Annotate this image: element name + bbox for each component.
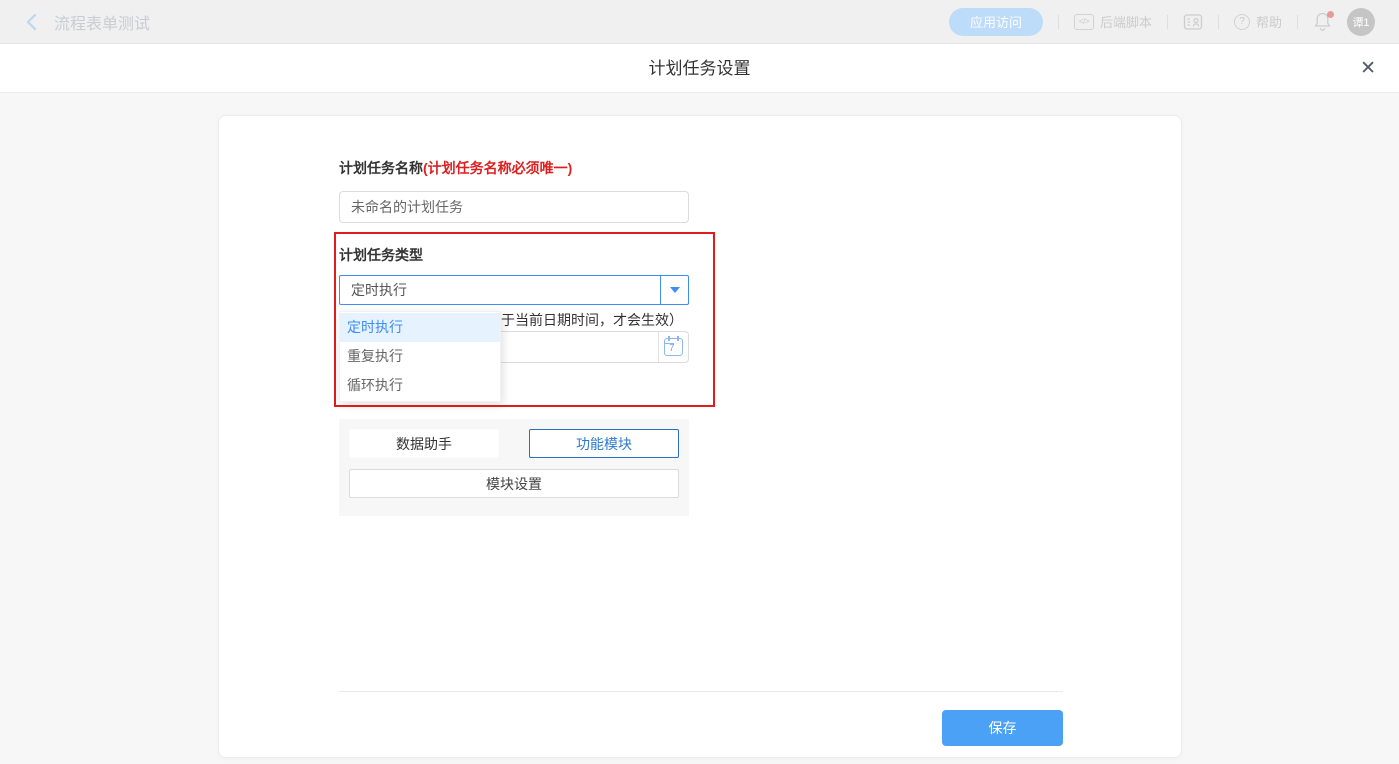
help-icon: ? [1234,14,1250,30]
notifications-button[interactable] [1313,11,1333,33]
dialog-body: 计划任务名称(计划任务名称必须唯一) 计划任务类型 于当前日期时间，才会生效） … [0,93,1399,764]
footer-divider [339,691,1063,692]
task-name-input[interactable] [339,191,689,223]
avatar[interactable]: 谭1 [1347,8,1375,36]
task-type-select[interactable]: 定时执行 [339,275,689,305]
task-name-label: 计划任务名称(计划任务名称必须唯一) [339,158,572,178]
data-assistant-button[interactable]: 数据助手 [349,429,499,458]
task-type-label: 计划任务类型 [339,245,423,265]
chevron-down-icon [670,287,680,293]
divider [1167,15,1168,29]
notification-badge [1327,11,1334,18]
save-button[interactable]: 保存 [942,710,1063,746]
code-icon: </> [1074,14,1094,30]
topbar: 流程表单测试 应用访问 </> 后端脚本 [0,0,1399,44]
app-access-button[interactable]: 应用访问 [949,8,1043,36]
divider [1218,15,1219,29]
task-type-dropdown: 定时执行 重复执行 循环执行 [339,311,501,402]
help-button[interactable]: ? 帮助 [1234,12,1282,31]
dialog-title: 计划任务设置 [0,44,1399,93]
select-caret-button[interactable] [660,276,688,304]
function-module-button[interactable]: 功能模块 [529,429,679,458]
divider [1297,15,1298,29]
app-window: 流程表单测试 应用访问 </> 后端脚本 [0,0,1399,764]
task-name-label-text: 计划任务名称 [339,160,423,176]
close-icon[interactable]: ✕ [1360,44,1376,93]
divider [1058,15,1059,29]
module-block: 数据助手 功能模块 模块设置 [339,419,689,516]
calendar-picker-button[interactable]: 7 [658,332,688,362]
help-label: 帮助 [1256,12,1282,31]
dialog-header: 计划任务设置 ✕ [0,44,1399,93]
contact-card-icon[interactable] [1183,13,1203,31]
calendar-day: 7 [669,343,675,354]
calendar-icon: 7 [664,338,683,356]
back-icon[interactable] [24,13,40,31]
execute-time-hint: 于当前日期时间，才会生效） [501,310,683,330]
option-repeat-execute[interactable]: 重复执行 [340,342,500,371]
backend-script-label: 后端脚本 [1100,12,1152,31]
option-loop-execute[interactable]: 循环执行 [340,371,500,400]
option-timed-execute[interactable]: 定时执行 [340,313,500,342]
module-settings-button[interactable]: 模块设置 [349,469,679,498]
backend-script-button[interactable]: </> 后端脚本 [1074,12,1152,31]
task-name-required-hint: (计划任务名称必须唯一) [423,160,572,176]
task-type-selected-value: 定时执行 [340,276,660,304]
page-title: 流程表单测试 [54,10,150,34]
settings-card: 计划任务名称(计划任务名称必须唯一) 计划任务类型 于当前日期时间，才会生效） … [218,115,1182,758]
